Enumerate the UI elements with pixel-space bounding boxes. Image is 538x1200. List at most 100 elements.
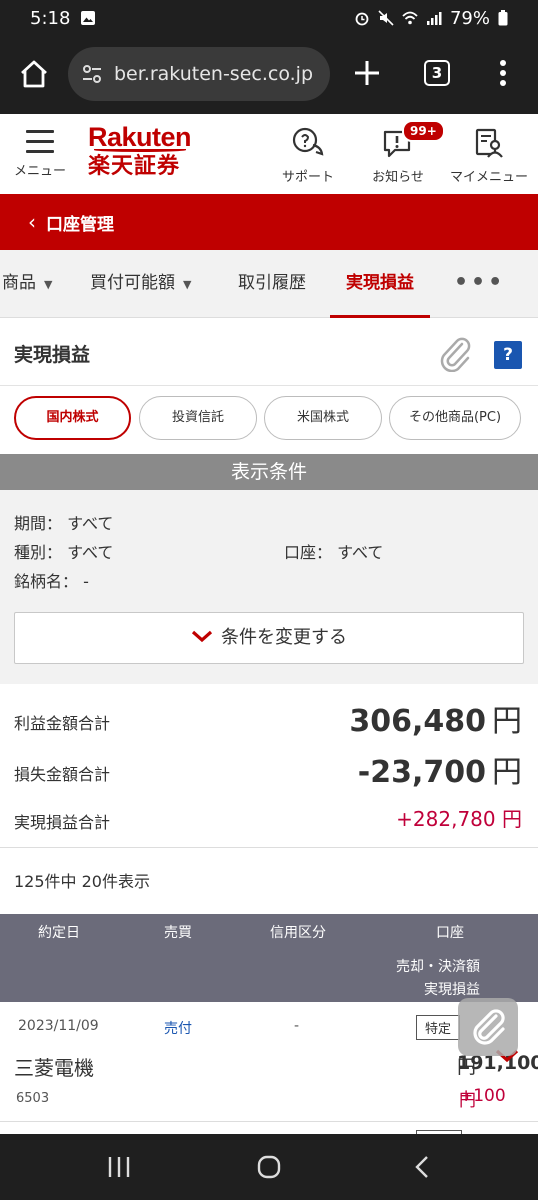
sub-navigation: 商品 ▼ 買付可能額 ▼ 取引履歴 実現損益 ••• xyxy=(0,250,538,318)
section-header: 実現損益 ? xyxy=(0,320,538,386)
dropdown-caret-icon: ▼ xyxy=(44,278,53,291)
condition-label: 銘柄名： xyxy=(14,572,79,591)
mymenu-link[interactable]: マイメニュー xyxy=(450,126,528,185)
realized-pnl: +100 円 xyxy=(459,1086,506,1111)
condition-value: - xyxy=(83,572,89,591)
filter-other-products[interactable]: その他商品(PC) xyxy=(389,396,521,440)
col-settlement: 売却・決済額 xyxy=(396,959,480,975)
condition-name: 銘柄名： - xyxy=(14,568,89,592)
wifi-icon xyxy=(402,11,418,25)
page-title: 実現損益 xyxy=(14,344,91,366)
subnav-item-products[interactable]: 商品 ▼ xyxy=(2,250,52,318)
loss-amount: -23,700 xyxy=(357,755,486,790)
logo-text-en: Rakuten xyxy=(88,122,192,152)
battery-percent: 79% xyxy=(449,7,490,29)
help-button[interactable]: ? xyxy=(494,341,522,369)
settlement-amount: 191,100 円 xyxy=(457,1052,538,1079)
yen-unit: 円 xyxy=(492,704,522,739)
account-badge: 特定 xyxy=(416,1015,461,1040)
battery-icon xyxy=(498,10,508,26)
paperclip-icon xyxy=(473,1009,505,1045)
address-bar[interactable]: ber.rakuten-sec.co.jp xyxy=(68,47,330,101)
pnl-value: +100 xyxy=(459,1086,506,1106)
subnav-item-buying-power[interactable]: 買付可能額 ▼ xyxy=(90,250,191,318)
menu-button[interactable]: メニュー xyxy=(12,126,68,192)
recents-icon[interactable] xyxy=(106,1154,132,1180)
notice-label: お知らせ xyxy=(372,170,424,185)
back-chevron-icon[interactable]: ‹ xyxy=(28,210,36,234)
rakuten-logo[interactable]: Rakuten 楽天証券 xyxy=(88,122,200,180)
subnav-item-history[interactable]: 取引履歴 xyxy=(238,250,306,318)
notice-badge: 99+ xyxy=(402,120,445,142)
profit-total-value: 306,480 円 xyxy=(349,696,522,740)
yen-unit: 円 xyxy=(492,755,522,790)
realized-amount: +282,780 xyxy=(396,807,496,831)
col-date: 約定日 xyxy=(38,925,80,941)
status-time: 5:18 xyxy=(30,7,71,29)
dropdown-caret-icon: ▼ xyxy=(183,278,192,291)
support-link[interactable]: サポート xyxy=(280,126,336,185)
subnav-item-label: 実現損益 xyxy=(346,273,414,293)
system-nav-bar xyxy=(0,1134,538,1200)
realized-total-label: 実現損益合計 xyxy=(14,813,111,832)
url-text: ber.rakuten-sec.co.jp xyxy=(114,63,313,85)
subnav-item-label: 商品 xyxy=(2,273,36,293)
condition-period: 期間： すべて xyxy=(14,510,113,534)
site-settings-icon[interactable] xyxy=(80,62,104,86)
new-tab-icon[interactable] xyxy=(352,58,382,88)
stock-name[interactable]: 三菱電機 xyxy=(14,1052,94,1081)
condition-account: 口座： すべて xyxy=(284,539,383,563)
result-count: 125件中 20件表示 xyxy=(14,872,150,891)
logo-text-ja: 楽天証券 xyxy=(88,154,181,179)
filter-us-stocks[interactable]: 米国株式 xyxy=(264,396,382,440)
tab-count: 3 xyxy=(431,64,443,82)
table-header: 約定日 売買 信用区分 口座 売却・決済額 実現損益 xyxy=(0,914,538,1002)
col-pnl: 実現損益 xyxy=(424,982,480,998)
filter-domestic-stocks[interactable]: 国内株式 xyxy=(14,396,131,440)
home-nav-icon[interactable] xyxy=(256,1154,282,1180)
stock-code: 6503 xyxy=(16,1091,50,1106)
change-conditions-button[interactable]: 条件を変更する xyxy=(14,612,524,664)
breadcrumb-title: 口座管理 xyxy=(46,214,114,235)
row-date: 2023/11/09 xyxy=(18,1018,99,1034)
subnav-item-label: 買付可能額 xyxy=(90,273,175,293)
loss-total-label: 損失金額合計 xyxy=(14,765,111,784)
product-filter: 国内株式 投資信託 米国株式 その他商品(PC) xyxy=(0,386,538,454)
mymenu-label: マイメニュー xyxy=(450,170,529,185)
notice-link[interactable]: 99+ お知らせ xyxy=(370,120,445,185)
subnav-item-realized-pnl[interactable]: 実現損益 xyxy=(330,250,430,318)
attachment-fab[interactable] xyxy=(458,998,518,1056)
mymenu-icon xyxy=(475,128,503,158)
col-margin: 信用区分 xyxy=(270,925,326,941)
realized-total-value: +282,780 円 xyxy=(396,803,522,832)
condition-value: すべて xyxy=(67,543,114,562)
yen-unit: 円 xyxy=(502,807,522,831)
status-bar: 5:18 79% xyxy=(0,0,538,36)
page-breadcrumb[interactable]: ‹ 口座管理 xyxy=(0,194,538,250)
attachment-icon[interactable] xyxy=(438,336,472,372)
pnl-summary: 利益金額合計 306,480 円 損失金額合計 -23,700 円 実現損益合計 +… xyxy=(0,684,538,848)
hamburger-icon xyxy=(26,130,54,153)
profit-amount: 306,480 xyxy=(349,704,486,739)
support-chat-icon xyxy=(292,127,324,156)
condition-label: 期間： xyxy=(14,514,63,533)
chevron-down-icon xyxy=(191,630,213,643)
more-vert-icon[interactable] xyxy=(492,58,514,88)
row-trade: 売付 xyxy=(164,1021,192,1037)
col-trade: 売買 xyxy=(164,925,192,941)
back-nav-icon[interactable] xyxy=(410,1154,436,1180)
subnav-more-icon[interactable]: ••• xyxy=(454,250,505,318)
condition-label: 口座： xyxy=(284,543,333,562)
filter-mutual-funds[interactable]: 投資信託 xyxy=(139,396,257,440)
gallery-notification-icon xyxy=(81,11,96,25)
mute-icon xyxy=(378,10,394,26)
browser-toolbar: ber.rakuten-sec.co.jp 3 xyxy=(0,36,538,114)
condition-value: すべて xyxy=(337,543,384,562)
tab-switcher-button[interactable]: 3 xyxy=(424,60,450,86)
condition-value: すべて xyxy=(67,514,114,533)
home-icon[interactable] xyxy=(18,58,50,90)
condition-label: 種別： xyxy=(14,543,63,562)
signal-icon xyxy=(426,12,442,25)
site-header: メニュー Rakuten 楽天証券 サポート 99+ お知らせ マイメニュー xyxy=(0,114,538,194)
menu-label: メニュー xyxy=(13,164,66,179)
